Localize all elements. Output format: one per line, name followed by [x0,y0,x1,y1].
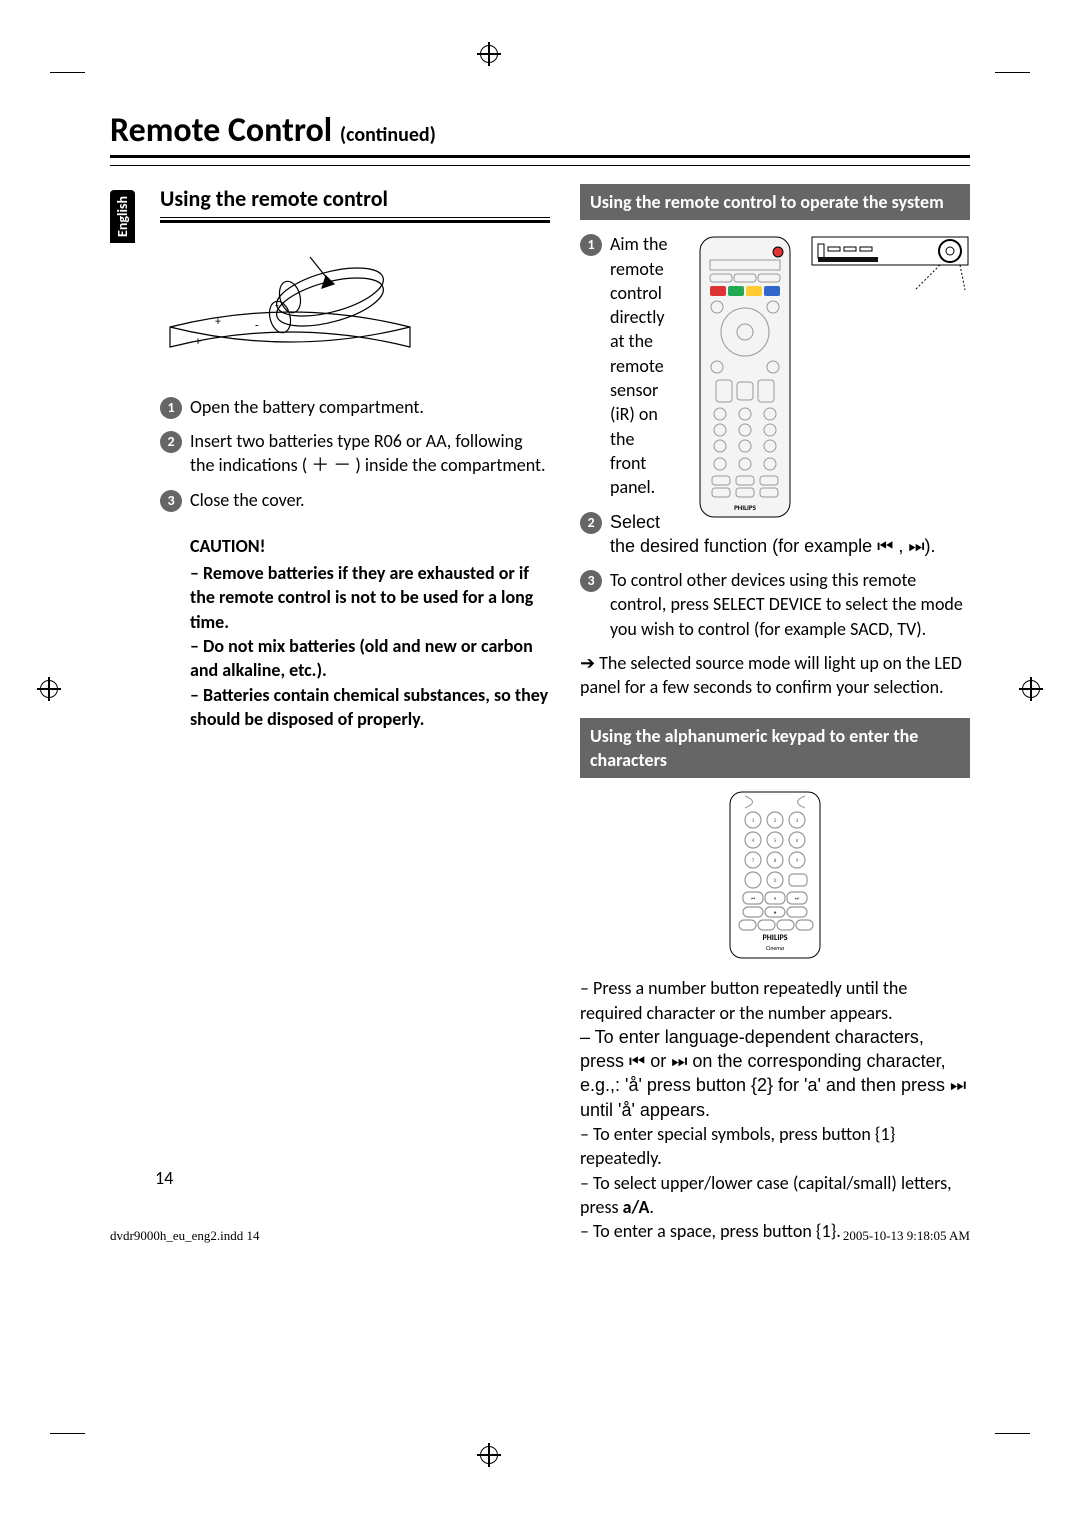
svg-text:6: 6 [796,838,799,844]
svg-text:3: 3 [796,818,799,824]
footer-left: dvdr9000h_eu_eng2.indd 14 [110,1228,259,1244]
step-text: Aim the remote control directly at the r… [610,233,667,498]
svg-text:⏮: ⏮ [751,896,756,902]
caution-item: – Remove batteries if they are exhausted… [190,561,550,634]
step-badge-icon: 2 [580,512,602,534]
svg-text:5: 5 [774,838,777,844]
language-tab: English [110,190,135,243]
banner-alphanumeric-keypad: Using the alphanumeric keypad to enter t… [580,718,970,779]
step-text: Insert two batteries type R06 or AA, fol… [190,430,546,476]
title-underline [110,164,970,166]
crop-mark [50,1433,85,1434]
section-heading-left: Using the remote control [160,184,550,218]
svg-text:7: 7 [752,858,755,864]
section-underline [160,220,550,223]
svg-text:1: 1 [752,818,755,824]
svg-text:+: + [195,335,201,349]
left-column: Using the remote control + - [160,184,550,1244]
keypad-bullet: – To enter language-dependent characters… [580,1025,970,1122]
banner-operate-system: Using the remote control to operate the … [580,184,970,220]
left-step-1: 1 Open the battery compartment. [160,395,550,419]
arrow-note: ➔ The selected source mode will light up… [580,651,970,700]
step-text: Select the desired function (for example… [610,512,936,556]
caution-item: – Batteries contain chemical substances,… [190,683,550,732]
right-step-2: 2 Select the desired function (for examp… [580,510,970,559]
keypad-bullet: – Press a number button repeatedly until… [580,976,970,1025]
svg-text:+: + [215,315,221,329]
title-main: Remote Control [110,110,332,151]
svg-text:-: - [275,299,279,313]
svg-text:●: ● [773,910,776,916]
right-step-1: 1 Aim the remote control directly at the… [580,232,970,499]
registration-mark-icon [480,1446,498,1464]
right-column: Using the remote control to operate the … [580,184,970,1244]
step-text: Close the cover. [190,489,305,511]
svg-text:2: 2 [774,818,777,824]
step-badge-icon: 1 [160,397,182,419]
svg-text:9: 9 [796,858,799,864]
step-badge-icon: 1 [580,234,602,256]
page-number: 14 [155,1167,173,1189]
step-badge-icon: 3 [160,490,182,512]
battery-compartment-figure: + - + - [160,237,420,377]
step-badge-icon: 3 [580,570,602,592]
title-sub: (continued) [340,123,436,147]
caution-item: – Do not mix batteries (old and new or c… [190,634,550,683]
caution-title: CAUTION! [190,534,550,558]
svg-text:0: 0 [774,878,777,884]
footer: dvdr9000h_eu_eng2.indd 14 2005-10-13 9:1… [110,1228,970,1244]
left-step-2: 2 Insert two batteries type R06 or AA, f… [160,429,550,478]
keypad-bullet: – To select upper/lower case (capital/sm… [580,1171,970,1220]
crop-mark [995,1433,1030,1434]
step-badge-icon: 2 [160,431,182,453]
left-step-3: 3 Close the cover. [160,488,550,512]
caution-block: CAUTION! – Remove batteries if they are … [160,534,550,731]
keypad-figure: 123 456 789 0 ⏮⏸⏭ ● PHILIPS Cinema [725,790,825,960]
footer-right: 2005-10-13 9:18:05 AM [843,1228,970,1244]
keypad-brand: PHILIPS [763,933,788,943]
page-title: Remote Control (continued) [110,110,970,158]
svg-text:⏭: ⏭ [795,896,800,902]
step-text: To control other devices using this remo… [610,569,963,640]
svg-text:4: 4 [752,838,755,844]
step-text: Open the battery compartment. [190,396,424,418]
right-step-3: 3 To control other devices using this re… [580,568,970,641]
keypad-bullet: – To enter special symbols, press button… [580,1122,970,1171]
svg-text:-: - [255,319,259,333]
svg-text:8: 8 [774,858,777,864]
svg-text:Cinema: Cinema [766,944,784,952]
